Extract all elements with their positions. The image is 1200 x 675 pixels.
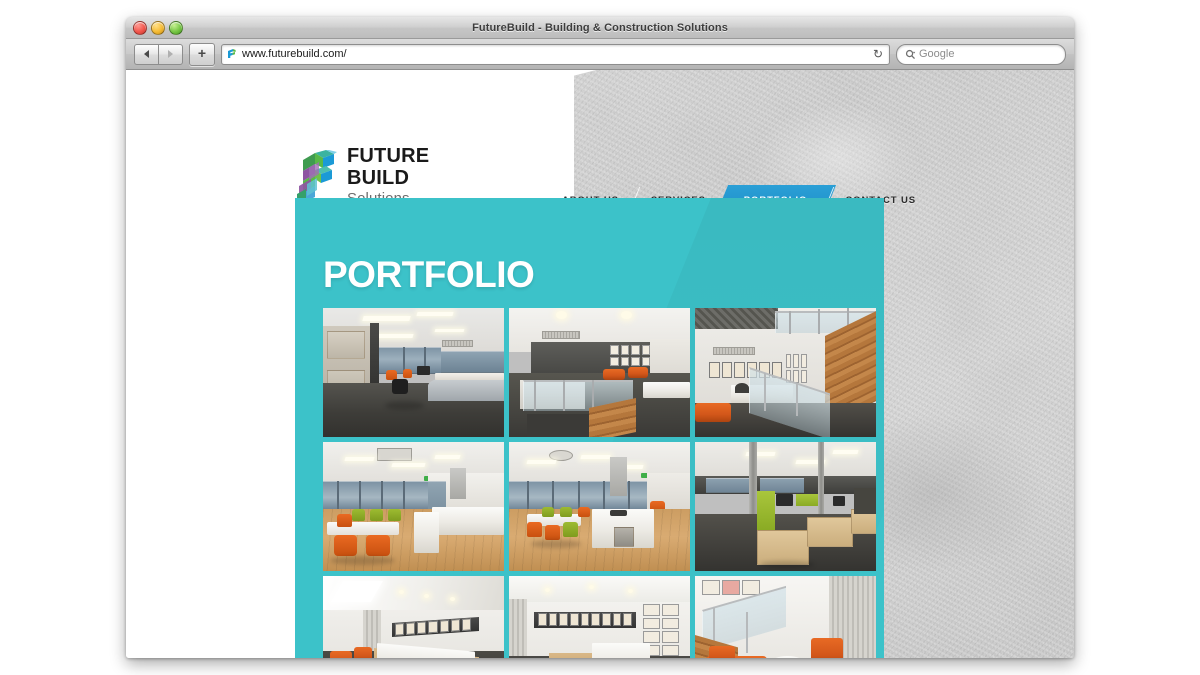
futurebuild-favicon-icon <box>226 48 238 60</box>
gallery-item-4[interactable] <box>323 442 504 571</box>
wall-poster <box>662 617 680 630</box>
shelf-item <box>641 345 651 355</box>
logo-line-build: BUILD <box>347 167 410 189</box>
wall-frame <box>548 613 558 627</box>
logo-line-future: FUTURE <box>347 145 430 167</box>
wall-poster <box>662 604 680 616</box>
forward-button[interactable] <box>158 43 183 65</box>
gallery-item-2[interactable] <box>509 308 690 437</box>
screenshot-canvas: FutureBuild - Building & Construction So… <box>0 0 1200 675</box>
shelf-item <box>631 345 640 355</box>
wall-poster <box>662 644 680 656</box>
gallery-photo-2 <box>509 308 690 437</box>
wall-poster <box>642 617 661 630</box>
wall-frame <box>591 613 600 627</box>
gallery-photo-4 <box>323 442 504 571</box>
shelf-item <box>641 356 651 367</box>
gallery-photo-3 <box>695 308 876 437</box>
wall-poster <box>793 354 800 368</box>
wall-frame <box>462 618 472 631</box>
zoom-window-button[interactable] <box>169 21 183 35</box>
wall-frame <box>428 620 438 634</box>
search-icon <box>905 49 916 59</box>
search-placeholder: Google <box>919 48 955 60</box>
back-button[interactable] <box>134 43 158 65</box>
wall-frame <box>569 613 579 627</box>
gallery-photo-7 <box>323 576 504 658</box>
portfolio-gallery-grid <box>323 308 876 658</box>
minimize-window-button[interactable] <box>151 21 165 35</box>
gallery-photo-5 <box>509 442 690 571</box>
gallery-item-7[interactable] <box>323 576 504 658</box>
site-logo[interactable]: FUTURE BUILD Solutions <box>293 146 429 206</box>
chevron-right-icon <box>168 50 173 58</box>
futurebuild-logo-mark-icon <box>297 149 337 203</box>
wall-frame <box>623 613 632 627</box>
wall-frame <box>709 362 720 378</box>
wall-poster <box>662 631 680 643</box>
close-window-button[interactable] <box>133 21 147 35</box>
gallery-item-9[interactable] <box>695 576 876 658</box>
page-viewport: FUTURE BUILD Solutions ABOUT US SERVICES… <box>126 70 1074 658</box>
logo-wordmark: FUTURE BUILD Solutions <box>347 146 429 206</box>
gallery-item-5[interactable] <box>509 442 690 571</box>
portfolio-content-panel: PORTFOLIO <box>295 198 884 658</box>
reload-button[interactable]: ↻ <box>871 47 885 61</box>
wall-poster <box>642 631 661 643</box>
new-tab-button[interactable]: + <box>189 42 215 66</box>
wall-frame <box>721 362 733 378</box>
wall-poster <box>785 354 792 368</box>
wall-frame <box>417 621 427 634</box>
wall-poster <box>642 604 661 616</box>
page-title: PORTFOLIO <box>323 253 535 295</box>
shelf-item <box>620 356 630 367</box>
gallery-photo-8 <box>509 576 690 658</box>
wall-frame <box>559 613 568 627</box>
wall-frame <box>406 622 416 635</box>
wall-frame <box>601 613 611 627</box>
wall-frame <box>580 613 590 627</box>
shelf-item <box>620 345 630 355</box>
wall-poster <box>801 354 808 368</box>
gallery-item-6[interactable] <box>695 442 876 571</box>
shelf-item <box>610 356 619 367</box>
wall-frame <box>451 619 461 632</box>
wall-poster <box>801 369 808 383</box>
url-bar[interactable]: www.futurebuild.com/ ↻ <box>221 43 890 65</box>
gallery-photo-6 <box>695 442 876 571</box>
gallery-item-1[interactable] <box>323 308 504 437</box>
gallery-item-8[interactable] <box>509 576 690 658</box>
wall-frame <box>395 623 405 636</box>
url-text: www.futurebuild.com/ <box>242 48 347 60</box>
window-title: FutureBuild - Building & Construction So… <box>472 21 728 34</box>
window-controls[interactable] <box>133 21 183 35</box>
search-input[interactable]: Google <box>896 43 1066 65</box>
wall-frame <box>734 362 745 378</box>
browser-titlebar: FutureBuild - Building & Construction So… <box>126 17 1074 39</box>
wall-poster <box>702 579 721 596</box>
browser-toolbar: + www.futurebuild.com/ ↻ Google <box>126 39 1074 70</box>
shelf-item <box>631 356 640 367</box>
navigation-buttons <box>134 43 183 65</box>
gallery-item-3[interactable] <box>695 308 876 437</box>
chevron-left-icon <box>144 50 149 58</box>
wall-frame <box>439 620 450 633</box>
wall-poster <box>722 579 741 596</box>
wall-frame <box>537 613 547 627</box>
wall-frame <box>612 613 622 627</box>
shelf-item <box>610 345 619 355</box>
gallery-photo-1 <box>323 308 504 437</box>
gallery-photo-9 <box>695 576 876 658</box>
browser-window: FutureBuild - Building & Construction So… <box>126 17 1074 658</box>
